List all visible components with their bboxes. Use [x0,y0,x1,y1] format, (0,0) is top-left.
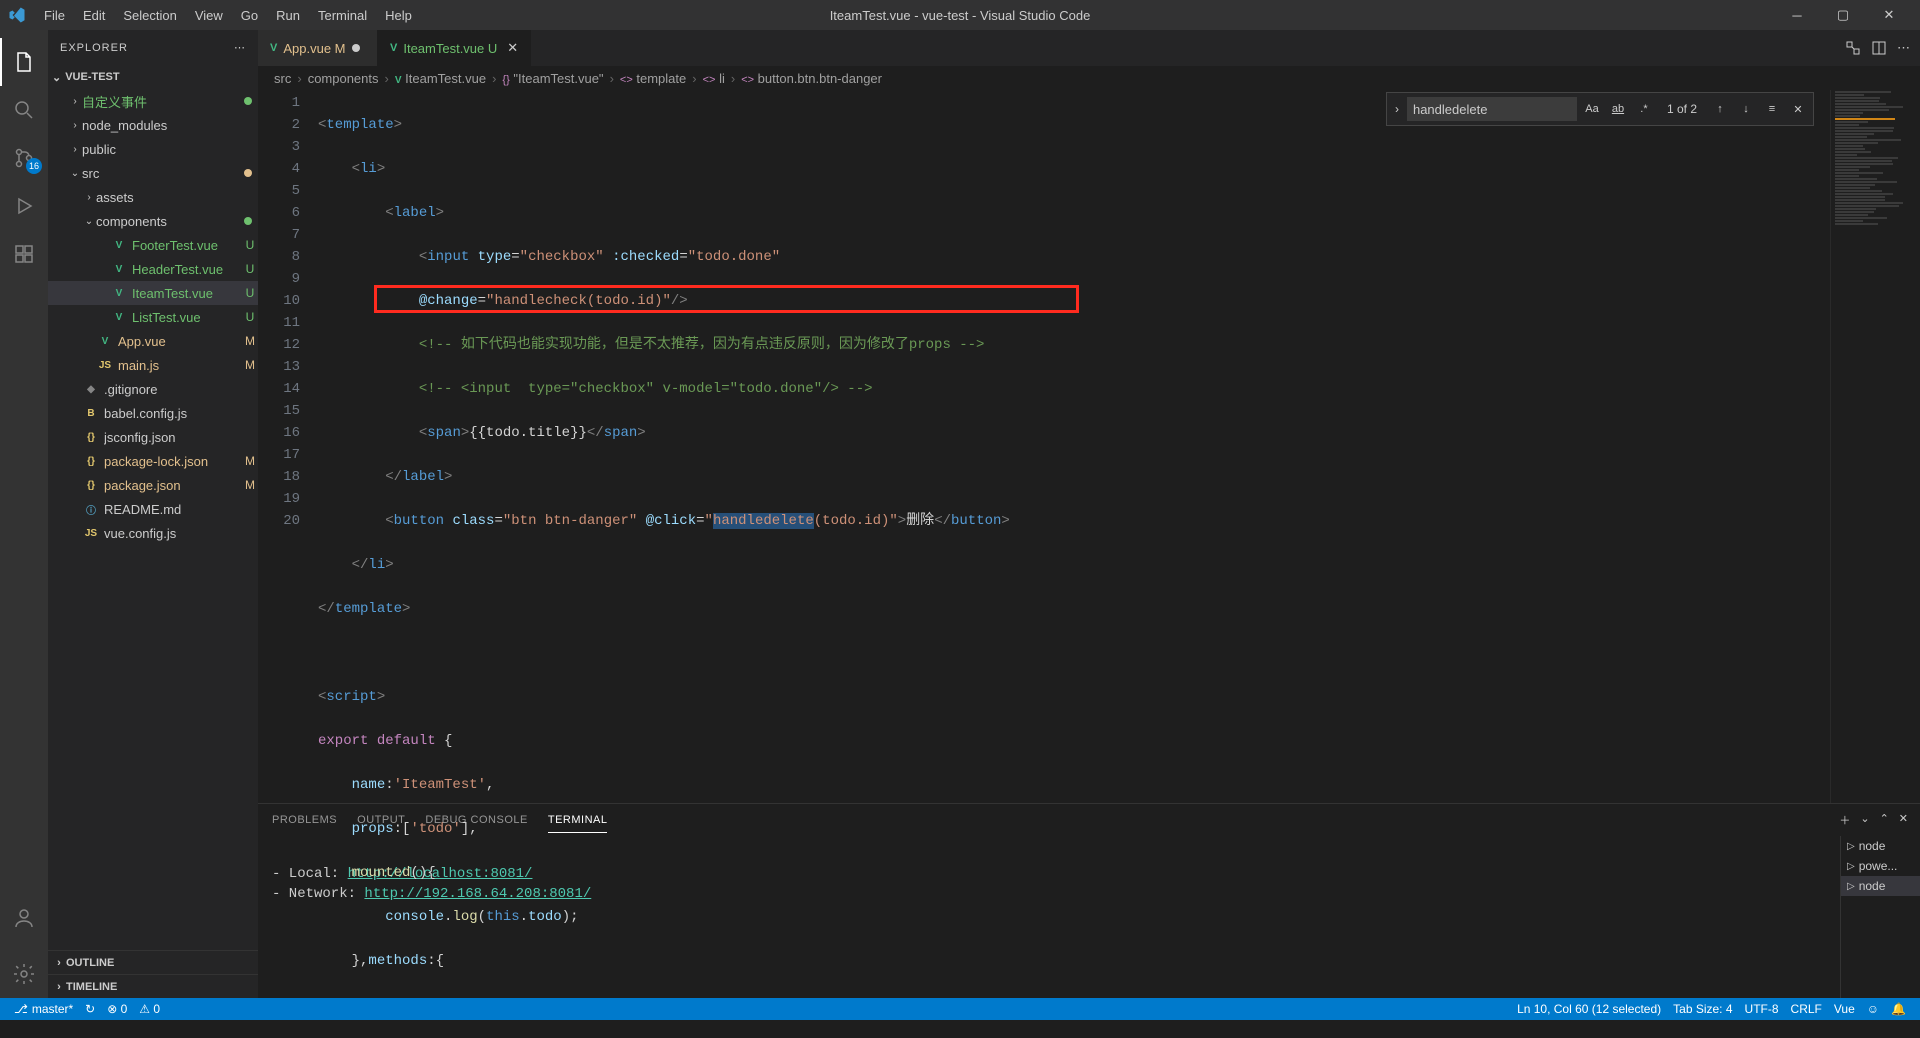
tab-iteamtest-vue[interactable]: VIteamTest.vue U✕ [378,30,531,66]
sb-notification-icon[interactable]: 🔔 [1885,1002,1912,1016]
breadcrumb-item[interactable]: V IteamTest.vue [395,71,486,86]
scm-badge: 16 [26,158,42,174]
breadcrumb-item[interactable]: src [274,71,291,86]
tree-item-listtest-vue[interactable]: VListTest.vueU [48,305,258,329]
editor-tabs: VApp.vue MVIteamTest.vue U✕ ⋯ [258,30,1920,66]
terminal-item[interactable]: ▷node [1841,876,1920,896]
tab-app-vue[interactable]: VApp.vue M [258,30,378,66]
timeline-label: TIMELINE [66,981,117,993]
line-gutter: 1234567891011121314151617181920 [258,90,318,803]
activity-bar: 16 [0,30,48,998]
terminal-item[interactable]: ▷powe... [1841,856,1920,876]
tab-dirty-icon [352,44,360,52]
vscode-logo-icon [8,6,26,24]
tree-item-iteamtest-vue[interactable]: VIteamTest.vueU [48,281,258,305]
branch-icon: ⎇ [14,1002,28,1016]
minimap[interactable] [1830,90,1920,803]
tree-item-src[interactable]: ⌄src [48,161,258,185]
more-icon[interactable]: ⋯ [1897,40,1910,56]
activity-explorer[interactable] [0,38,48,86]
tree-item-components[interactable]: ⌄components [48,209,258,233]
sb-errors[interactable]: ⊗ 0 [101,1002,133,1016]
outline-label: OUTLINE [66,957,114,969]
sb-sync[interactable]: ↻ [79,1002,101,1016]
sidebar-title: EXPLORER [60,42,128,54]
tree-item-readme-md[interactable]: ⓘREADME.md [48,497,258,521]
menu-go[interactable]: Go [233,4,266,27]
window-title: IteamTest.vue - vue-test - Visual Studio… [830,8,1091,23]
editor-body: › Aa ab .* 1 of 2 ↑ ↓ ≡ ✕ 12345678910111… [258,90,1920,803]
tree-item-babel-config-js[interactable]: Bbabel.config.js [48,401,258,425]
panel-close-icon[interactable]: ✕ [1899,812,1908,828]
tab-close-icon[interactable]: ✕ [507,40,518,56]
activity-search[interactable] [0,86,48,134]
tree-item-headertest-vue[interactable]: VHeaderTest.vueU [48,257,258,281]
folder-name: VUE-TEST [65,71,119,83]
titlebar: FileEditSelectionViewGoRunTerminalHelp I… [0,0,1920,30]
menu-bar: FileEditSelectionViewGoRunTerminalHelp [36,4,420,27]
tree-item-app-vue[interactable]: VApp.vueM [48,329,258,353]
tree-item------[interactable]: ›自定义事件 [48,89,258,113]
panel-maximize-icon[interactable]: ⌃ [1880,812,1889,828]
tabs-actions: ⋯ [1845,30,1920,66]
menu-edit[interactable]: Edit [75,4,113,27]
tree-item-node-modules[interactable]: ›node_modules [48,113,258,137]
minimize-button[interactable]: ─ [1774,0,1820,30]
file-tree: ›自定义事件›node_modules›public⌄src›assets⌄co… [48,89,258,950]
activity-debug[interactable] [0,182,48,230]
tree-item--gitignore[interactable]: ◆.gitignore [48,377,258,401]
maximize-button[interactable]: ▢ [1820,0,1866,30]
menu-selection[interactable]: Selection [115,4,184,27]
tree-item-main-js[interactable]: JSmain.jsM [48,353,258,377]
sidebar-more-icon[interactable]: ⋯ [234,41,246,54]
terminal-new-icon[interactable]: ＋ [1839,812,1850,828]
sb-branch[interactable]: ⎇ master* [8,1002,79,1016]
breadcrumb-item[interactable]: <> li [703,71,725,86]
split-icon[interactable] [1871,40,1887,56]
chevron-down-icon: ⌄ [52,71,61,84]
activity-extensions[interactable] [0,230,48,278]
tree-item-package-json[interactable]: {}package.jsonM [48,473,258,497]
breadcrumb-item[interactable]: components [308,71,379,86]
terminal-dropdown-icon[interactable]: ⌄ [1860,812,1869,828]
tree-item-jsconfig-json[interactable]: {}jsconfig.json [48,425,258,449]
tree-item-assets[interactable]: ›assets [48,185,258,209]
menu-view[interactable]: View [187,4,231,27]
terminal-list: ▷node▷powe...▷node [1840,836,1920,998]
tree-item-vue-config-js[interactable]: JSvue.config.js [48,521,258,545]
breadcrumb-item[interactable]: {} "IteamTest.vue" [502,71,603,86]
sb-warnings[interactable]: ⚠ 0 [133,1002,166,1016]
sidebar: EXPLORER ⋯ ⌄ VUE-TEST ›自定义事件›node_module… [48,30,258,998]
editor-group: VApp.vue MVIteamTest.vue U✕ ⋯ src›compon… [258,30,1920,998]
menu-run[interactable]: Run [268,4,308,27]
main-area: 16 EXPLORER ⋯ ⌄ VUE-TEST ›自定义事件›node_mod… [0,30,1920,998]
tree-item-package-lock-json[interactable]: {}package-lock.jsonM [48,449,258,473]
timeline-section[interactable]: › TIMELINE [48,974,258,998]
code-area[interactable]: <template> <li> <label> <input type="che… [318,90,1830,803]
folder-header[interactable]: ⌄ VUE-TEST [48,65,258,89]
close-button[interactable]: ✕ [1866,0,1912,30]
menu-help[interactable]: Help [377,4,420,27]
breadcrumb-item[interactable]: <> button.btn.btn-danger [741,71,882,86]
activity-scm[interactable]: 16 [0,134,48,182]
activity-account[interactable] [0,894,48,942]
sb-feedback[interactable]: ☺ [1861,1002,1885,1016]
compare-icon[interactable] [1845,40,1861,56]
tree-item-footertest-vue[interactable]: VFooterTest.vueU [48,233,258,257]
terminal-item[interactable]: ▷node [1841,836,1920,856]
branch-label: master* [32,1002,73,1016]
activity-settings[interactable] [0,950,48,998]
tree-item-public[interactable]: ›public [48,137,258,161]
sidebar-header: EXPLORER ⋯ [48,30,258,65]
breadcrumb[interactable]: src›components›V IteamTest.vue›{} "Iteam… [258,66,1920,90]
window-controls: ─ ▢ ✕ [1774,0,1912,30]
outline-section[interactable]: › OUTLINE [48,950,258,974]
sb-lang[interactable]: Vue [1828,1002,1861,1016]
menu-file[interactable]: File [36,4,73,27]
breadcrumb-item[interactable]: <> template [620,71,686,86]
menu-terminal[interactable]: Terminal [310,4,375,27]
